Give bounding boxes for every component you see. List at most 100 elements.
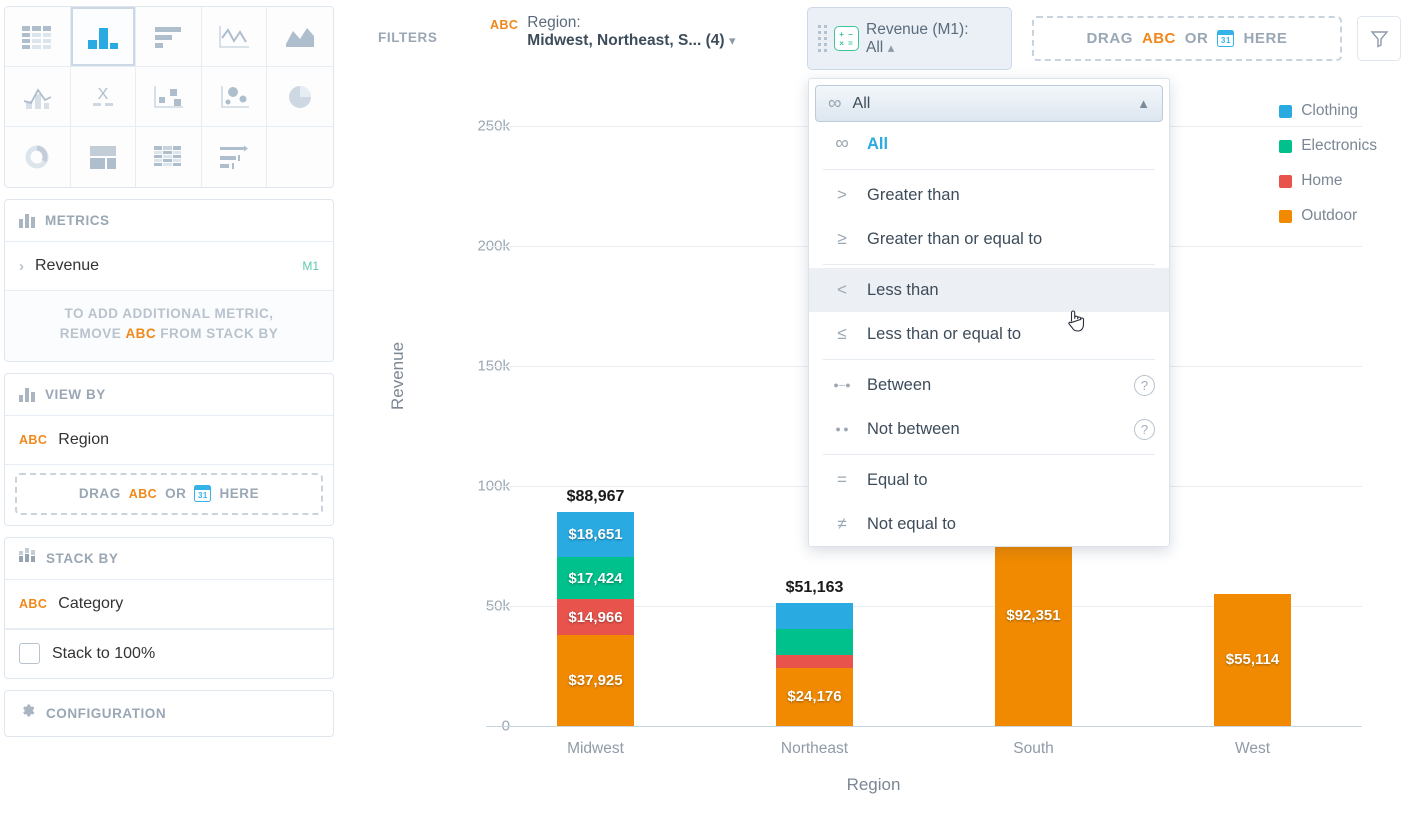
stack-to-100-row[interactable]: Stack to 100% (5, 629, 333, 678)
stack-by-panel: STACK BY ABC Category Stack to 100% (4, 537, 334, 679)
chart-type-table[interactable] (5, 7, 71, 67)
drag-handle-icon[interactable] (818, 25, 827, 52)
chart-bar-segment[interactable]: $55,114 (1214, 594, 1291, 726)
legend-swatch (1279, 210, 1292, 223)
metrics-hint-line1: TO ADD ADDITIONAL METRIC, (65, 306, 274, 321)
chart-type-pie-chart[interactable] (267, 67, 333, 127)
operator-menu-item[interactable]: ≤ Less than or equal to (809, 312, 1169, 356)
abc-type-icon: ABC (490, 18, 518, 32)
chart-type-picker[interactable]: X (4, 6, 334, 188)
legend-item[interactable]: Electronics (1279, 137, 1377, 155)
menu-separator (823, 264, 1155, 265)
chart-bar-segment[interactable]: $14,966 (557, 599, 634, 635)
legend-label: Clothing (1301, 102, 1358, 120)
chart-bar-segment[interactable]: $17,424 (557, 557, 634, 599)
chevron-up-icon[interactable]: ▲ (1137, 96, 1150, 111)
filter-chip-region[interactable]: ABC Region: Midwest, Northeast, S... (4)… (490, 14, 736, 50)
chart-type-treemap[interactable] (71, 127, 137, 187)
chevron-right-icon[interactable]: › (19, 258, 24, 275)
chart-bar-segment[interactable]: $37,925 (557, 635, 634, 726)
chart-type-bubble-chart[interactable] (202, 67, 268, 127)
operator-menu-item-label: Between (867, 376, 931, 395)
gear-icon (19, 702, 36, 724)
chart-bar-segment[interactable]: $24,176 (776, 668, 853, 726)
chart-type-line-chart[interactable] (202, 7, 268, 67)
help-icon[interactable]: ? (1134, 419, 1155, 440)
metrics-hint-after: FROM STACK BY (160, 326, 278, 341)
legend-label: Outdoor (1301, 207, 1357, 225)
chart-bar-segment[interactable]: $18,651 (557, 512, 634, 557)
operator-menu-item-label: Not between (867, 420, 960, 439)
metrics-hint: TO ADD ADDITIONAL METRIC, REMOVE ABC FRO… (5, 291, 333, 361)
svg-text:X: X (98, 86, 109, 103)
chart-legend: Clothing Electronics Home Outdoor (1279, 102, 1377, 225)
chart-type-pivot-table[interactable] (136, 127, 202, 187)
operator-dropdown-items[interactable]: ∞All >Greater than≥Greater than or equal … (809, 122, 1169, 546)
view-by-item-region[interactable]: ABC Region (5, 416, 333, 465)
chart-y-axis-ticks: 050k100k150k200k250k (380, 80, 510, 817)
chart-type-combo-chart[interactable] (5, 67, 71, 127)
operator-menu-item[interactable]: >Greater than (809, 173, 1169, 217)
menu-separator (823, 359, 1155, 360)
infinity-icon: ∞ (828, 93, 841, 115)
legend-swatch (1279, 140, 1292, 153)
chart-type-horizontal-bar-chart[interactable] (136, 7, 202, 67)
chart-type-scatter-x-chart[interactable]: X (71, 67, 137, 127)
operator-dropdown-header[interactable]: ∞ All ▲ (815, 85, 1163, 122)
filter-chip-revenue-metric[interactable]: + −× = Revenue (M1): All ▴ (807, 7, 1012, 70)
operator-dropdown-menu[interactable]: ∞ All ▲ ∞All>Greater than≥Greater than o… (808, 78, 1170, 547)
view-by-dropzone[interactable]: DRAG ABC OR 31 HERE (15, 473, 323, 515)
view-by-item-label: Region (58, 431, 109, 449)
operator-menu-item[interactable]: ●─●Between? (809, 363, 1169, 407)
legend-item[interactable]: Home (1279, 172, 1377, 190)
dropzone-here-label: HERE (1243, 30, 1287, 47)
chart-x-axis-line (486, 726, 1362, 727)
view-by-panel-header: VIEW BY (5, 374, 333, 416)
abc-type-icon: ABC (19, 597, 47, 611)
chevron-down-icon[interactable]: ▾ (729, 33, 736, 48)
configuration-panel-header[interactable]: CONFIGURATION (5, 691, 333, 736)
dropzone-drag-label: DRAG (79, 486, 121, 501)
configuration-panel[interactable]: CONFIGURATION (4, 690, 334, 737)
chart-type-square-scatter-chart[interactable] (136, 67, 202, 127)
visualization-builder: X (0, 0, 1407, 817)
operator-menu-item[interactable]: ∞All (809, 122, 1169, 166)
metrics-hint-remove: REMOVE (60, 326, 122, 341)
metric-badge: M1 (302, 259, 319, 273)
menu-separator (823, 169, 1155, 170)
help-icon[interactable]: ? (1134, 375, 1155, 396)
chart-type-area-chart[interactable] (267, 7, 333, 67)
operator-menu-item[interactable]: <Less than (809, 268, 1169, 312)
menu-separator (823, 454, 1155, 455)
chart-type-bar-chart-selected[interactable] (71, 7, 137, 67)
metric-item-revenue[interactable]: › Revenue M1 (5, 242, 333, 291)
operator-menu-item[interactable]: ≥Greater than or equal to (809, 217, 1169, 261)
abc-type-icon: ABC (19, 433, 47, 447)
chart-x-tick: Northeast (745, 740, 885, 758)
chart-bar-segment[interactable] (776, 655, 853, 667)
chevron-up-icon[interactable]: ▴ (888, 40, 895, 55)
operator-menu-item[interactable]: =Equal to (809, 458, 1169, 502)
operator-menu-item-label: Less than or equal to (867, 325, 1021, 344)
abc-type-icon: ABC (1142, 30, 1176, 47)
abc-type-icon: ABC (126, 326, 156, 341)
operator-menu-item[interactable]: ≠Not equal to (809, 502, 1169, 546)
legend-item[interactable]: Clothing (1279, 102, 1377, 120)
legend-item[interactable]: Outdoor (1279, 207, 1377, 225)
bar-chart-icon (19, 213, 35, 228)
stack-to-100-checkbox[interactable] (19, 643, 40, 664)
chart-bar-segment[interactable] (776, 629, 853, 655)
stack-by-item-category[interactable]: ABC Category (5, 580, 333, 629)
stacked-bars-icon (19, 548, 36, 568)
operator-symbol-icon: ≤ (831, 324, 853, 344)
operator-menu-item-label: All (867, 135, 888, 154)
filters-label: FILTERS (378, 30, 437, 45)
chart-type-donut-chart[interactable] (5, 127, 71, 187)
chart-bar-segment[interactable] (776, 603, 853, 629)
funnel-icon (1369, 28, 1390, 49)
filter-chip-revenue-value: All (866, 39, 883, 56)
chart-type-kpi-list[interactable] (202, 127, 268, 187)
filter-toggle-button[interactable] (1357, 16, 1401, 61)
operator-menu-item[interactable]: ● ●Not between? (809, 407, 1169, 451)
filter-bar-dropzone[interactable]: DRAG ABC OR 31 HERE (1032, 16, 1342, 61)
